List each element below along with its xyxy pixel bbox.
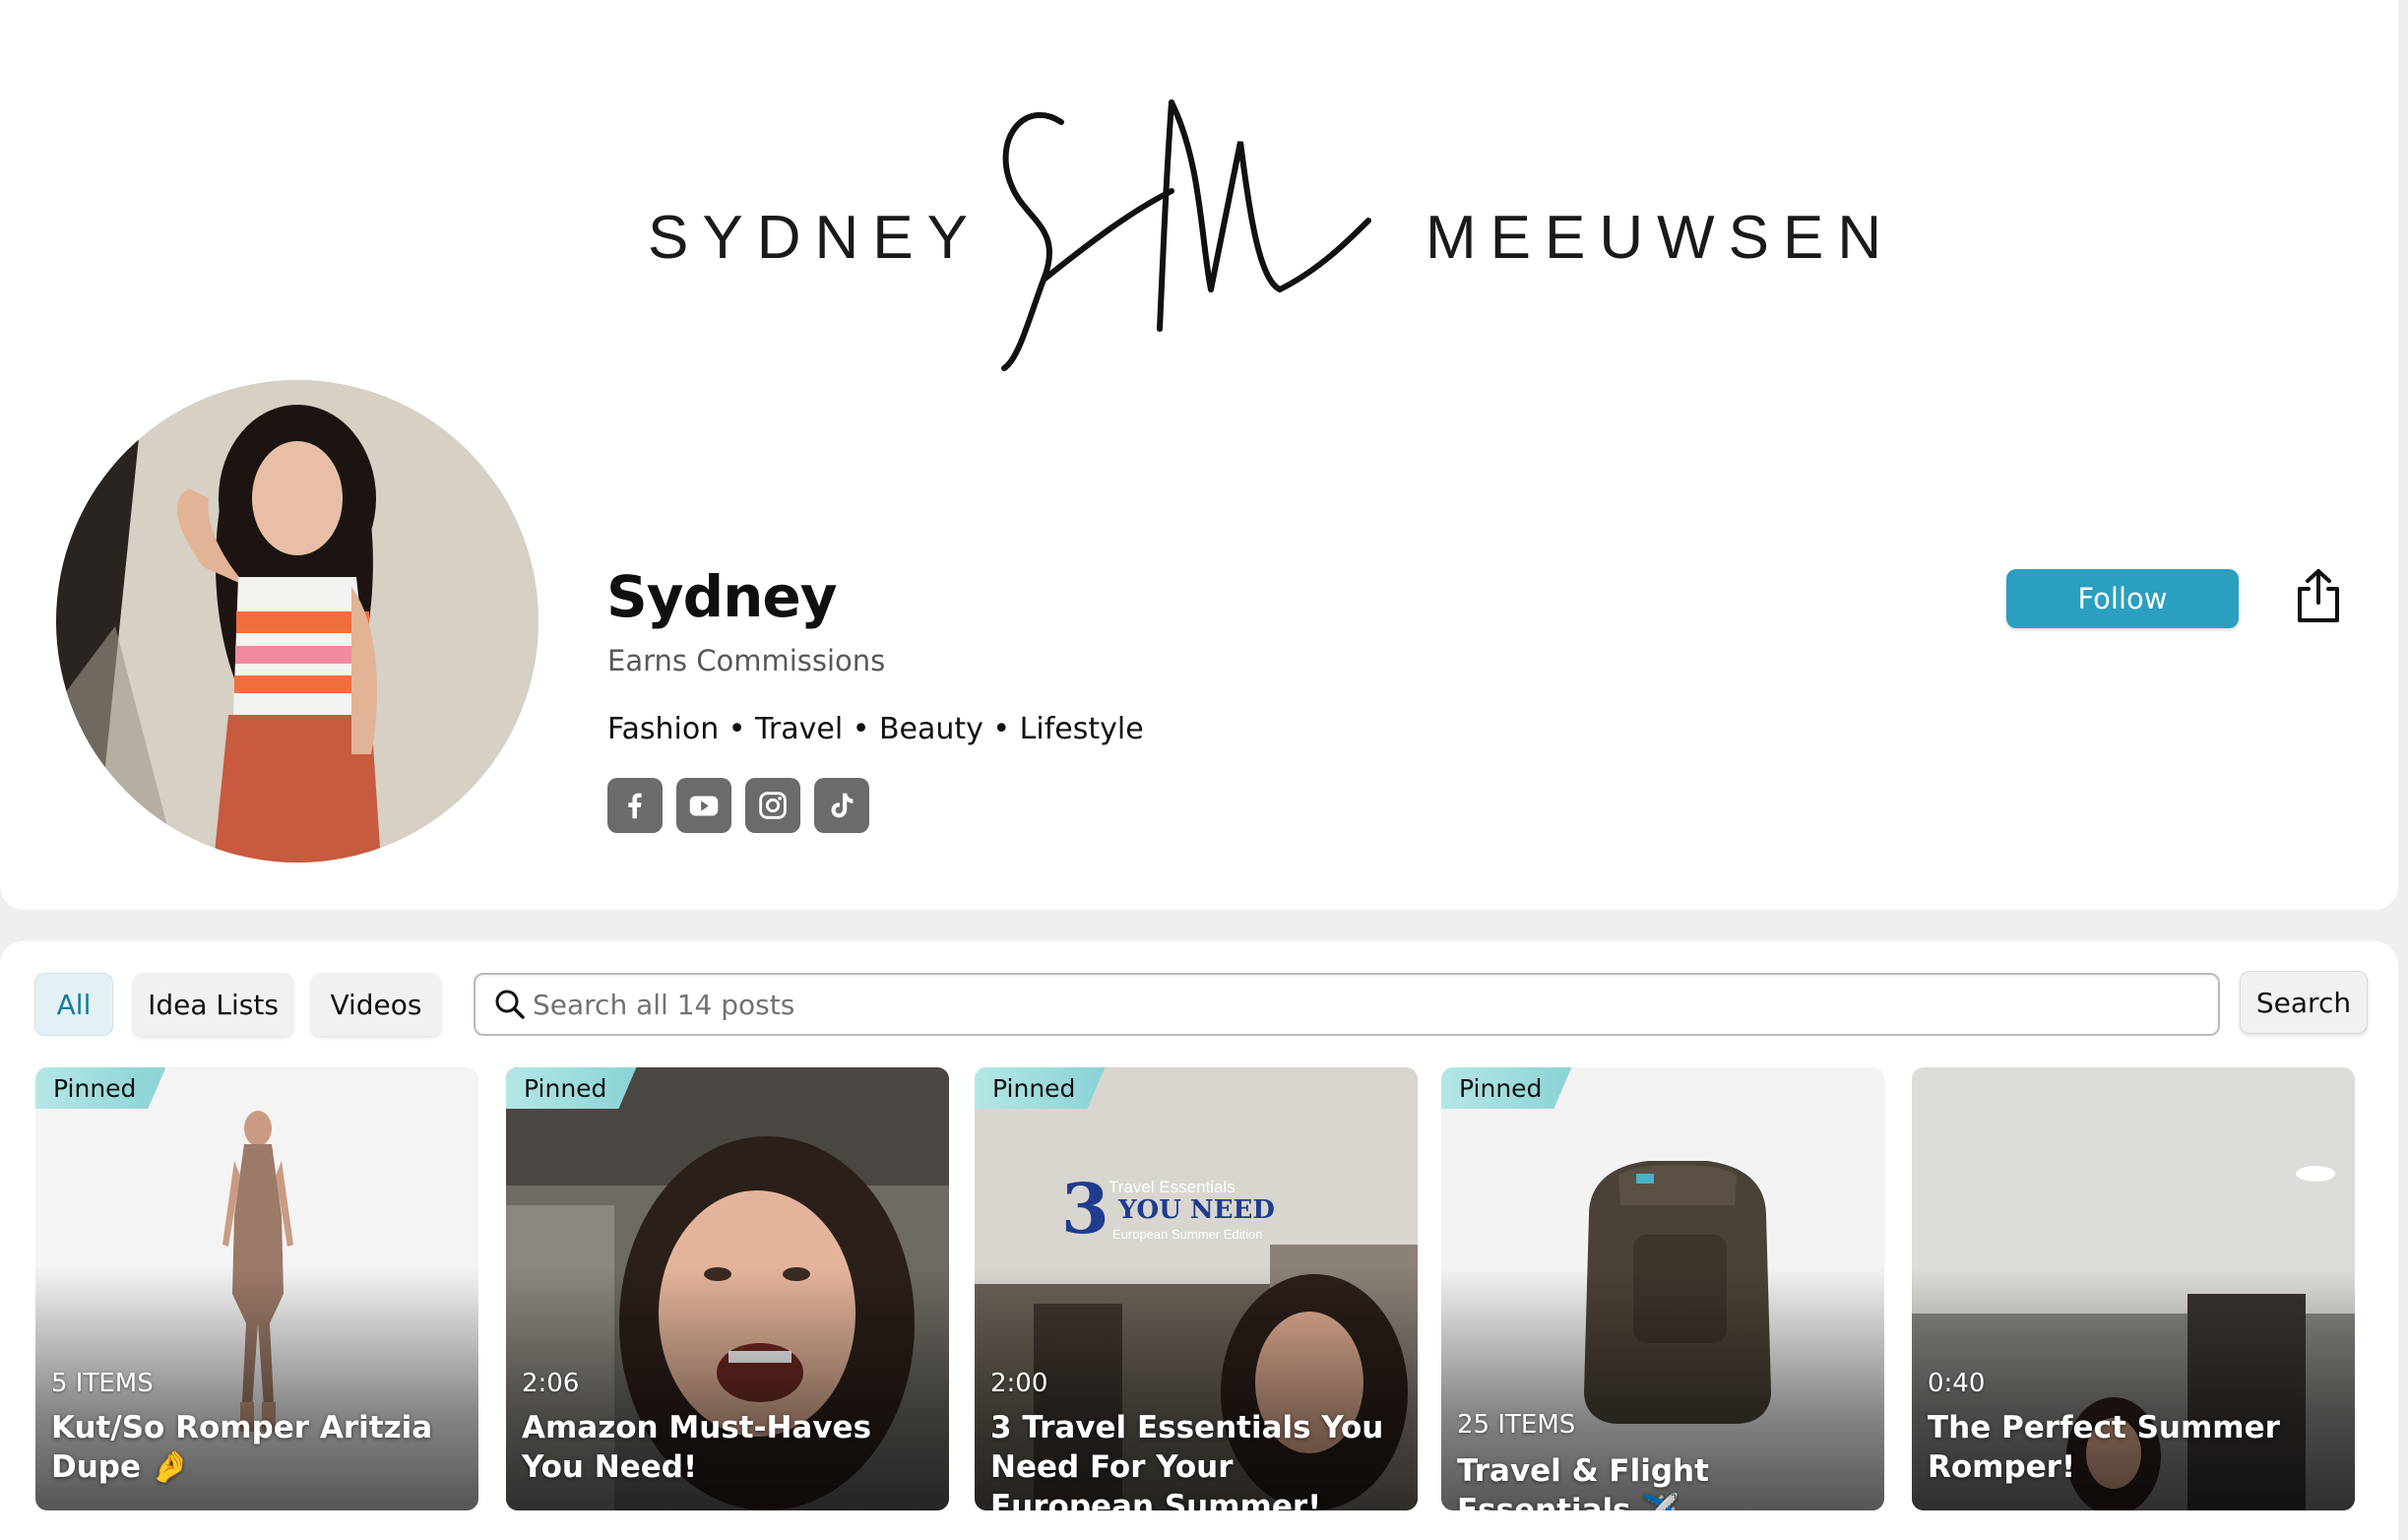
share-icon[interactable] — [2294, 567, 2343, 624]
post-duration: 0:40 — [1928, 1369, 1986, 1398]
post-duration: 2:00 — [990, 1369, 1048, 1398]
monogram-logo — [1001, 99, 1371, 371]
pinned-badge: Pinned — [35, 1067, 165, 1109]
banner-last-name: MEEUWSEN — [1426, 204, 1896, 272]
pinned-badge: Pinned — [506, 1067, 636, 1109]
search-button[interactable]: Search — [2240, 971, 2368, 1034]
youtube-icon[interactable] — [676, 778, 731, 833]
post-item-count: 5 ITEMS — [51, 1369, 154, 1398]
avatar — [56, 380, 539, 863]
tab-all[interactable]: All — [34, 973, 113, 1036]
banner-first-name: SYDNEY — [648, 204, 982, 272]
search-icon — [495, 990, 525, 1019]
profile-categories: Fashion • Travel • Beauty • Lifestyle — [607, 712, 1144, 746]
profile-name: Sydney — [606, 563, 838, 630]
post-duration: 2:06 — [522, 1369, 580, 1398]
tab-idea-lists[interactable]: Idea Lists — [133, 973, 293, 1036]
post-card[interactable]: 3 Travel Essentials YOU NEED European Su… — [975, 1067, 1418, 1510]
post-item-count: 25 ITEMS — [1457, 1410, 1576, 1440]
pinned-badge: Pinned — [1441, 1067, 1571, 1109]
profile-header: SYDNEY MEEUWSEN Sydney Earns Commissions… — [0, 0, 2398, 910]
video-title-overlay: 3 Travel Essentials YOU NEED European Su… — [1061, 1168, 1298, 1250]
instagram-icon[interactable] — [745, 778, 800, 833]
post-title: Amazon Must-Haves You Need! — [522, 1410, 872, 1485]
post-card[interactable]: Pinned 25 ITEMS Travel & Flight Essentia… — [1441, 1067, 1884, 1510]
post-title: Travel & Flight Essentials ✈️ — [1457, 1453, 1709, 1510]
post-title: The Perfect Summer Romper! — [1928, 1410, 2280, 1485]
facebook-icon[interactable] — [607, 778, 663, 833]
tab-videos[interactable]: Videos — [311, 973, 441, 1036]
overlay-line3: European Summer Edition — [1112, 1227, 1263, 1242]
tiktok-icon[interactable] — [814, 778, 869, 833]
overlay-number: 3 — [1061, 1168, 1109, 1250]
follow-button[interactable]: Follow — [2006, 569, 2239, 628]
post-title: 3 Travel Essentials You Need For Your Eu… — [990, 1410, 1384, 1510]
social-links — [607, 778, 869, 833]
pinned-badge: Pinned — [975, 1067, 1105, 1109]
post-card[interactable]: 0:40 The Perfect Summer Romper! — [1912, 1067, 2355, 1510]
post-card[interactable]: Pinned 2:06 Amazon Must-Haves You Need! — [506, 1067, 949, 1510]
avatar-photo — [56, 380, 539, 863]
post-title: Kut/So Romper Aritzia Dupe 🤌 — [51, 1410, 433, 1485]
search-input[interactable] — [533, 988, 2218, 1021]
search-bar — [474, 973, 2220, 1036]
overlay-line2: YOU NEED — [1118, 1195, 1275, 1225]
overlay-line1: Travel Essentials — [1109, 1178, 1236, 1196]
profile-banner: SYDNEY MEEUWSEN — [0, 0, 2398, 384]
earns-commissions-label: Earns Commissions — [607, 644, 886, 677]
post-card[interactable]: Pinned 5 ITEMS Kut/So Romper Aritzia Dup… — [35, 1067, 478, 1510]
